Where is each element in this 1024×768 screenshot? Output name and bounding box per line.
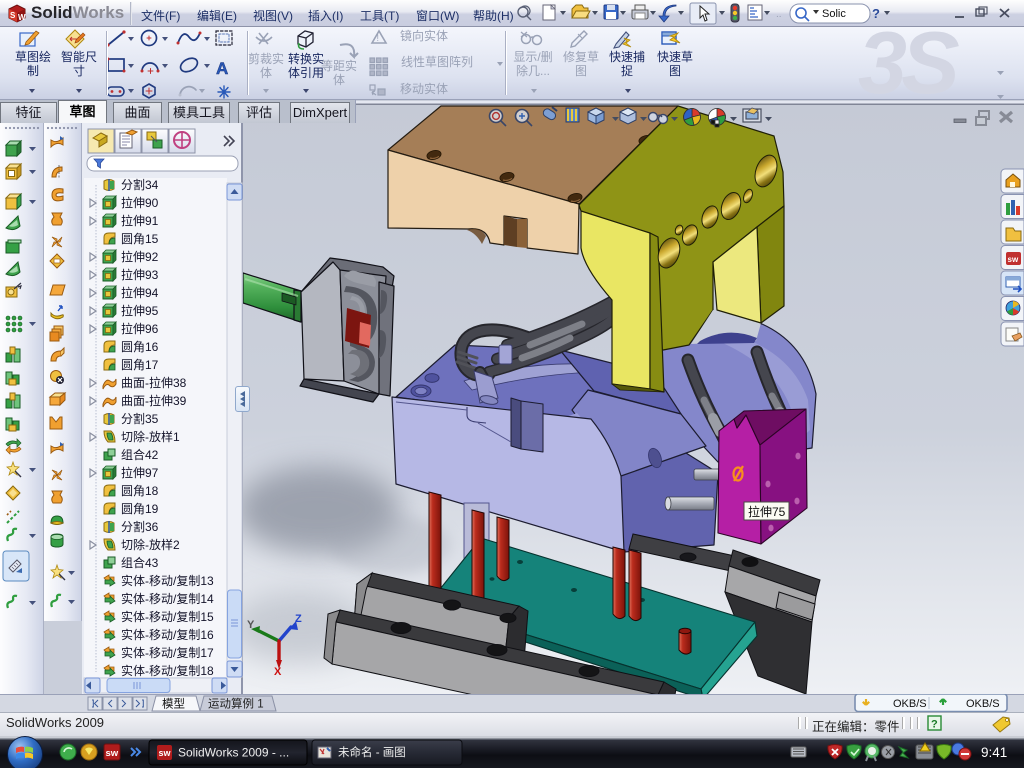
svg-text:实体-移动/复制13: 实体-移动/复制13 bbox=[121, 573, 214, 588]
svg-text:Y: Y bbox=[247, 619, 255, 631]
svg-text:?: ? bbox=[931, 719, 938, 731]
svg-text:未命名 - 画图: 未命名 - 画图 bbox=[338, 745, 406, 759]
svg-text:实体-移动/复制18: 实体-移动/复制18 bbox=[121, 663, 214, 678]
svg-text:模型: 模型 bbox=[162, 697, 185, 711]
svg-text:拉伸91: 拉伸91 bbox=[121, 213, 159, 228]
svg-text:拉伸96: 拉伸96 bbox=[121, 321, 159, 336]
svg-text:曲面-拉伸38: 曲面-拉伸38 bbox=[121, 375, 187, 390]
svg-text:S: S bbox=[10, 11, 16, 20]
svg-text:Z: Z bbox=[295, 613, 302, 625]
svg-text:A: A bbox=[216, 59, 228, 78]
svg-text:实体-移动/复制14: 实体-移动/复制14 bbox=[121, 591, 214, 606]
svg-text:拉伸95: 拉伸95 bbox=[121, 303, 159, 318]
svg-text:圆角17: 圆角17 bbox=[121, 358, 159, 372]
svg-text:分割35: 分割35 bbox=[121, 411, 159, 426]
svg-text:拉伸94: 拉伸94 bbox=[121, 285, 159, 300]
svg-text:拉伸92: 拉伸92 bbox=[121, 249, 159, 264]
svg-text:SolidWorks 2009 - ...: SolidWorks 2009 - ... bbox=[178, 746, 289, 760]
svg-text:圆角18: 圆角18 bbox=[121, 484, 159, 498]
svg-text:sw: sw bbox=[106, 748, 119, 759]
svg-text:OKB/S: OKB/S bbox=[966, 698, 1000, 710]
svg-text:..: .. bbox=[776, 9, 782, 20]
svg-text:运动算例 1: 运动算例 1 bbox=[208, 697, 264, 711]
svg-text:9:41: 9:41 bbox=[981, 745, 1007, 760]
svg-text:实体-移动/复制17: 实体-移动/复制17 bbox=[121, 645, 214, 660]
svg-text:圆角16: 圆角16 bbox=[121, 340, 159, 354]
svg-text:Solic: Solic bbox=[822, 8, 846, 20]
svg-text:圆角15: 圆角15 bbox=[121, 232, 159, 246]
svg-text:曲面-拉伸39: 曲面-拉伸39 bbox=[121, 393, 187, 408]
svg-text:sw: sw bbox=[1008, 255, 1019, 264]
svg-text:分割36: 分割36 bbox=[121, 519, 159, 534]
svg-text:OKB/S: OKB/S bbox=[893, 698, 927, 710]
svg-text:拉伸90: 拉伸90 bbox=[121, 195, 159, 210]
svg-text:W: W bbox=[18, 13, 26, 22]
svg-text:sw: sw bbox=[159, 748, 172, 758]
svg-text:切除-放样2: 切除-放样2 bbox=[121, 537, 180, 552]
svg-text:!: ! bbox=[377, 33, 380, 43]
svg-text:拉伸97: 拉伸97 bbox=[121, 465, 159, 480]
svg-text:圆角19: 圆角19 bbox=[121, 502, 159, 516]
svg-text:切除-放样1: 切除-放样1 bbox=[121, 429, 180, 444]
svg-text:实体-移动/复制16: 实体-移动/复制16 bbox=[121, 627, 214, 642]
svg-text:组合43: 组合43 bbox=[121, 555, 159, 570]
svg-text:实体-移动/复制15: 实体-移动/复制15 bbox=[121, 609, 214, 624]
svg-text:拉伸75: 拉伸75 bbox=[748, 504, 786, 519]
svg-text:X: X bbox=[274, 666, 282, 678]
svg-text:分割34: 分割34 bbox=[121, 177, 159, 192]
svg-text:组合42: 组合42 bbox=[121, 447, 159, 462]
svg-text:拉伸93: 拉伸93 bbox=[121, 267, 159, 282]
